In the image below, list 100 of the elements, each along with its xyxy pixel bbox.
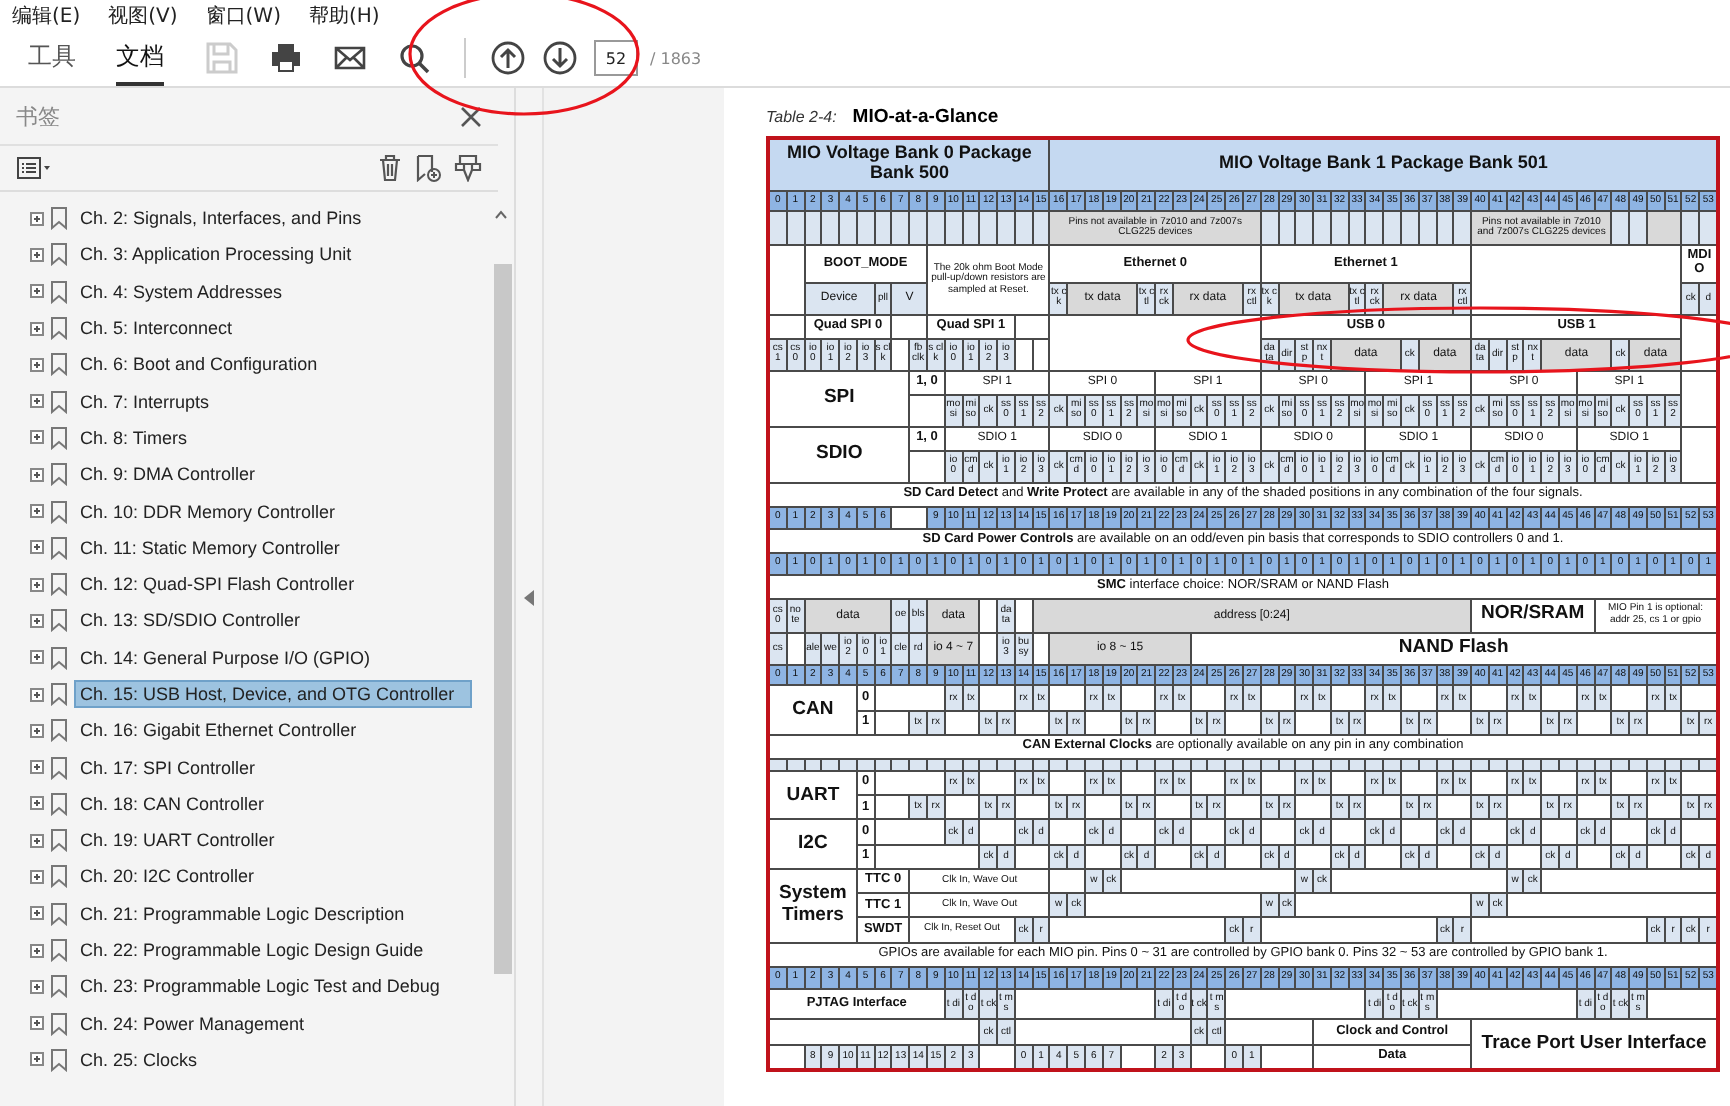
bookmark-item[interactable]: Ch. 13: SD/SDIO Controller xyxy=(74,606,307,635)
blank-cell xyxy=(1647,796,1681,819)
bookmark-item[interactable]: Ch. 23: Programmable Logic Test and Debug xyxy=(74,972,446,1001)
bookmark-item[interactable]: Ch. 2: Signals, Interfaces, and Pins xyxy=(74,204,368,233)
down-arrow-circle-icon[interactable] xyxy=(542,40,578,76)
blank-cell xyxy=(1366,711,1400,734)
bookmark-item[interactable]: Ch. 3: Application Processing Unit xyxy=(74,240,358,269)
expand-plus-icon[interactable] xyxy=(30,540,44,555)
bookmark-item[interactable]: Ch. 4: System Addresses xyxy=(74,277,289,306)
expand-plus-icon[interactable] xyxy=(30,577,44,592)
menu-item[interactable]: 窗口(W) xyxy=(205,1,281,29)
bookmark-item[interactable]: Ch. 25: Clocks xyxy=(74,1045,204,1074)
blank-cell xyxy=(1419,212,1436,245)
expand-plus-icon[interactable] xyxy=(30,1052,44,1067)
expand-plus-icon[interactable] xyxy=(30,1016,44,1031)
expand-plus-icon[interactable] xyxy=(30,394,44,409)
expand-plus-icon[interactable] xyxy=(30,211,44,226)
page-number-field[interactable]: 52 xyxy=(594,40,638,76)
blank-cell xyxy=(1647,989,1716,1019)
bookmark-item[interactable]: Ch. 20: I2C Controller xyxy=(74,862,261,891)
scrollbar-thumb[interactable] xyxy=(494,264,512,974)
blank-cell xyxy=(1121,771,1155,795)
expand-plus-icon[interactable] xyxy=(30,833,44,848)
expand-plus-icon[interactable] xyxy=(30,796,44,811)
bookmark-item[interactable]: Ch. 19: UART Controller xyxy=(74,826,281,855)
trash-icon[interactable] xyxy=(378,154,402,182)
blank-cell xyxy=(875,771,944,795)
bookmark-item[interactable]: Ch. 9: DMA Controller xyxy=(74,460,262,489)
up-arrow-circle-icon[interactable] xyxy=(490,40,526,76)
blank-cell xyxy=(1156,711,1190,734)
blank-cell xyxy=(910,451,944,482)
expand-plus-icon[interactable] xyxy=(30,284,44,299)
blank-cell xyxy=(1261,820,1295,844)
blank-cell xyxy=(1472,686,1506,710)
bookmark-item[interactable]: Ch. 7: Interrupts xyxy=(74,387,216,416)
expand-plus-icon[interactable] xyxy=(30,467,44,482)
bookmark-item[interactable]: Ch. 6: Boot and Configuration xyxy=(74,350,324,379)
bookmark-item[interactable]: Ch. 14: General Purpose I/O (GPIO) xyxy=(74,643,377,672)
blank-cell xyxy=(892,507,926,528)
blank-cell xyxy=(1015,989,1155,1019)
blank-cell xyxy=(1682,686,1716,710)
menu-item[interactable]: 编辑(E) xyxy=(12,1,81,29)
blank-cell xyxy=(910,395,944,426)
close-icon[interactable] xyxy=(460,105,482,127)
expand-plus-icon[interactable] xyxy=(30,906,44,921)
bookmark-item[interactable]: Ch. 16: Gigabit Ethernet Controller xyxy=(74,716,363,745)
blank-cell xyxy=(1401,771,1436,795)
expand-plus-icon[interactable] xyxy=(30,357,44,372)
bookmark-item[interactable]: Ch. 15: USB Host, Device, and OTG Controller xyxy=(74,680,472,708)
blank-cell xyxy=(1331,212,1348,245)
expand-plus-icon[interactable] xyxy=(30,650,44,665)
page-count: / 1863 xyxy=(650,49,702,67)
blank-cell xyxy=(1682,212,1699,245)
bookmark-add-icon[interactable] xyxy=(414,154,442,182)
bookmark-item[interactable]: Ch. 11: Static Memory Controller xyxy=(74,533,346,562)
table-cell: NAND Flash xyxy=(1191,633,1716,664)
table-cell: MIO Voltage Bank 1 Package Bank 501 xyxy=(1050,140,1716,190)
bookmark-item[interactable]: Ch. 18: CAN Controller xyxy=(74,789,271,818)
bookmark-item[interactable]: Ch. 12: Quad-SPI Flash Controller xyxy=(74,570,361,599)
bookmark-item[interactable]: Ch. 17: SPI Controller xyxy=(74,753,262,782)
printer-icon[interactable] xyxy=(268,40,304,76)
bookmark-item[interactable]: Ch. 5: Interconnect xyxy=(74,314,239,343)
bookmark-icon xyxy=(50,1011,68,1036)
collapse-arrow-icon[interactable] xyxy=(524,589,534,605)
blank-cell xyxy=(1296,845,1330,868)
bookmark-icon xyxy=(50,755,68,780)
blank-cell xyxy=(1015,599,1032,632)
bookmark-item[interactable]: Ch. 10: DDR Memory Controller xyxy=(74,497,342,526)
expand-plus-icon[interactable] xyxy=(30,723,44,738)
expand-plus-icon[interactable] xyxy=(30,687,44,701)
bookmark-item[interactable]: Ch. 22: Programmable Logic Design Guide xyxy=(74,936,430,965)
expand-plus-icon[interactable] xyxy=(30,321,44,336)
blank-cell xyxy=(822,212,839,245)
expand-plus-icon[interactable] xyxy=(30,760,44,775)
expand-plus-icon[interactable] xyxy=(30,504,44,519)
expand-plus-icon[interactable] xyxy=(30,979,44,994)
blank-cell xyxy=(1472,820,1506,844)
expand-plus-icon[interactable] xyxy=(30,869,44,884)
expand-plus-icon[interactable] xyxy=(30,247,44,262)
bookmark-icon xyxy=(50,901,68,926)
search-icon[interactable] xyxy=(396,40,432,76)
options-menu-icon[interactable] xyxy=(16,156,52,180)
scroll-up-icon[interactable] xyxy=(492,206,510,222)
expand-plus-icon[interactable] xyxy=(30,430,44,445)
menu-item[interactable]: 帮助(H) xyxy=(308,1,380,29)
blank-cell xyxy=(1507,796,1541,819)
blank-cell xyxy=(1156,845,1190,868)
blank-cell xyxy=(1612,686,1646,710)
expand-plus-icon[interactable] xyxy=(30,613,44,628)
bookmark-icon xyxy=(50,462,68,487)
blank-cell xyxy=(1261,1045,1313,1068)
blank-cell xyxy=(1015,339,1032,370)
blank-cell xyxy=(1121,686,1155,710)
bookmark-item[interactable]: Ch. 8: Timers xyxy=(74,423,194,452)
blank-cell xyxy=(1261,212,1278,245)
menu-item[interactable]: 视图(V) xyxy=(108,1,178,29)
toolbar-tab[interactable]: 工具 xyxy=(28,30,76,86)
expand-plus-icon[interactable] xyxy=(30,943,44,958)
bookmark-item[interactable]: Ch. 21: Programmable Logic Description xyxy=(74,899,411,928)
bookmark-item[interactable]: Ch. 24: Power Management xyxy=(74,1009,311,1038)
